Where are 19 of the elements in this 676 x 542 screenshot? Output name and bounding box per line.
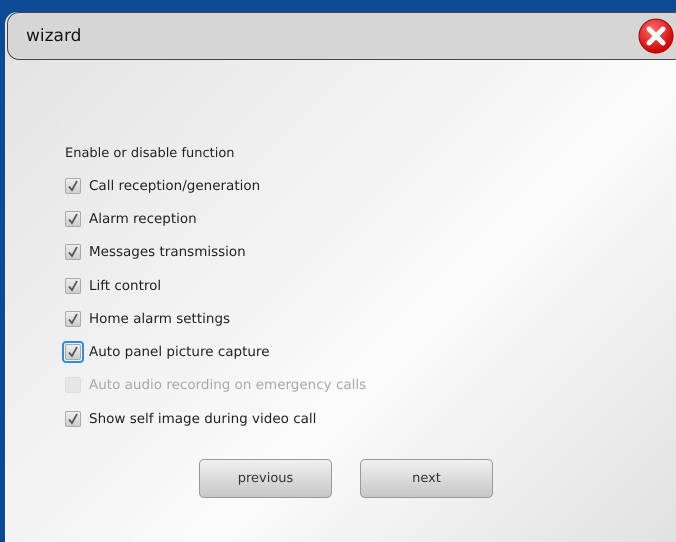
- checkbox[interactable]: [65, 410, 81, 427]
- option-label: Show self image during video call: [89, 410, 316, 427]
- option-label: Alarm reception: [89, 210, 197, 227]
- next-button[interactable]: next: [360, 459, 493, 498]
- option-label: Auto audio recording on emergency calls: [89, 377, 366, 394]
- option-label: Call reception/generation: [89, 178, 260, 194]
- option-label: Messages transmission: [89, 244, 246, 260]
- option-label: Auto panel picture capture: [89, 344, 270, 360]
- option-label: Home alarm settings: [89, 310, 230, 327]
- checkbox[interactable]: [65, 244, 81, 260]
- checkbox[interactable]: [65, 178, 81, 194]
- option-label: Lift control: [89, 278, 162, 294]
- previous-button[interactable]: previous: [199, 459, 332, 498]
- close-icon[interactable]: [638, 18, 674, 54]
- checkbox[interactable]: [65, 310, 81, 327]
- window-title: wizard: [26, 26, 82, 46]
- checkbox[interactable]: [65, 278, 81, 294]
- checkbox[interactable]: [65, 210, 81, 227]
- section-label: Enable or disable function: [65, 146, 236, 161]
